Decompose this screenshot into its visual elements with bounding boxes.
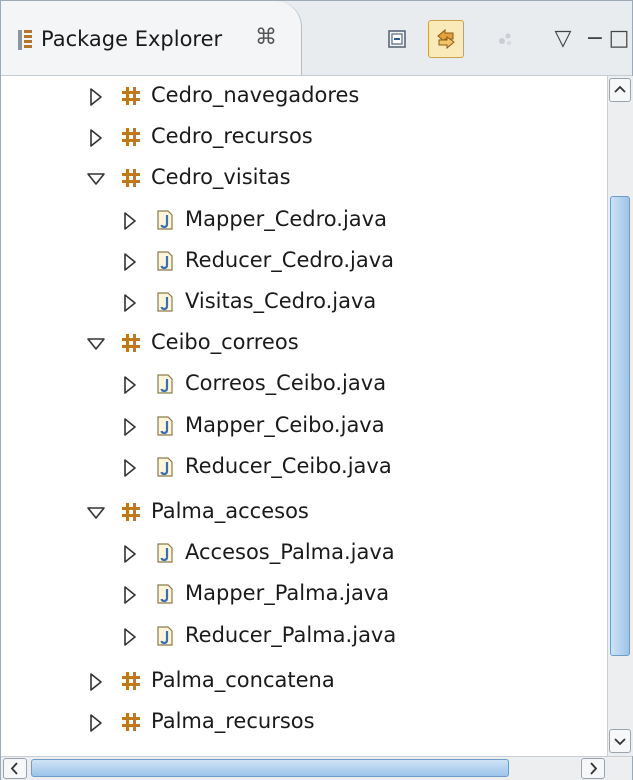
maximize-button[interactable]: □ <box>606 23 632 55</box>
filter-icon <box>494 28 516 50</box>
scroll-right-button[interactable] <box>581 758 605 779</box>
tree-item-label: Reducer_Ceibo.java <box>185 453 392 478</box>
expanded-twisty-icon[interactable] <box>85 502 107 524</box>
scroll-up-button[interactable] <box>609 78 631 102</box>
tree-item-file[interactable]: Mapper_Ceibo.java <box>1 406 607 446</box>
chevron-left-icon <box>10 762 18 775</box>
vertical-scrollbar[interactable] <box>607 76 633 756</box>
package-explorer-tab[interactable]: Package Explorer ⌘ <box>1 1 302 75</box>
maximize-icon: □ <box>608 26 630 51</box>
java-file-icon <box>154 291 176 313</box>
link-with-editor-icon <box>434 27 458 51</box>
horizontal-scrollbar[interactable] <box>1 756 632 780</box>
chevron-up-icon <box>614 85 626 93</box>
java-file-icon <box>154 583 176 605</box>
tree-item-label: Palma_recursos <box>151 709 315 733</box>
tree-item-package[interactable]: Cedro_navegadores <box>1 76 607 116</box>
collapsed-twisty-icon[interactable] <box>119 374 141 396</box>
tree-item-package[interactable]: Palma_concatena <box>1 661 607 701</box>
java-file-icon <box>154 542 176 564</box>
tree-item-package[interactable]: Palma_recursos <box>1 702 607 742</box>
collapsed-twisty-icon[interactable] <box>85 671 107 693</box>
tree-item-label: Mapper_Cedro.java <box>185 206 387 231</box>
view-menu-icon: ▽ <box>554 26 572 51</box>
tree-item-label: Palma_concatena <box>151 667 335 692</box>
java-file-icon <box>154 415 176 437</box>
package-icon <box>120 332 142 354</box>
tree-item-label: Mapper_Palma.java <box>185 581 390 606</box>
view-title: Package Explorer <box>41 27 223 51</box>
minimize-icon: − <box>585 26 605 51</box>
filter-button[interactable] <box>489 23 521 55</box>
java-file-icon <box>154 625 176 647</box>
vertical-scroll-thumb[interactable] <box>610 196 630 656</box>
collapsed-twisty-icon[interactable] <box>119 251 141 273</box>
tree-item-file[interactable]: Visitas_Cedro.java <box>1 282 607 322</box>
collapse-all-icon <box>386 28 408 50</box>
chevron-down-icon <box>614 738 626 746</box>
tree-item-file[interactable]: Reducer_Cedro.java <box>1 241 607 281</box>
collapsed-twisty-icon[interactable] <box>119 626 141 648</box>
package-icon <box>120 85 142 107</box>
tree-item-package[interactable]: Cedro_recursos <box>1 117 607 157</box>
tree-item-label: Palma_accesos <box>151 499 309 523</box>
tree-item-label: Accesos_Palma.java <box>185 540 395 565</box>
tree-item-label: Correos_Ceibo.java <box>185 371 387 396</box>
collapsed-twisty-icon[interactable] <box>119 543 141 565</box>
java-file-icon <box>154 373 176 395</box>
chevron-right-icon <box>590 762 598 775</box>
tree-item-file[interactable]: Reducer_Palma.java <box>1 616 607 656</box>
tree-item-label: Reducer_Cedro.java <box>185 247 395 272</box>
tree-item-label: Mapper_Ceibo.java <box>185 412 385 437</box>
package-icon <box>120 711 142 733</box>
link-with-editor-button[interactable] <box>428 20 464 58</box>
tree-item-label: Cedro_navegadores <box>151 83 360 107</box>
package-icon <box>120 501 142 523</box>
package-icon <box>120 167 142 189</box>
horizontal-scroll-thumb[interactable] <box>31 759 509 777</box>
collapsed-twisty-icon[interactable] <box>85 86 107 108</box>
tree-item-file[interactable]: Correos_Ceibo.java <box>1 364 607 404</box>
collapsed-twisty-icon[interactable] <box>85 712 107 734</box>
tree-item-label: Cedro_recursos <box>151 124 313 149</box>
scroll-down-button[interactable] <box>609 729 631 753</box>
collapsed-twisty-icon[interactable] <box>119 292 141 314</box>
tree-item-label: Visitas_Cedro.java <box>185 289 377 313</box>
tree-item-label: Cedro_visitas <box>151 165 291 190</box>
tree-item-file[interactable]: Mapper_Palma.java <box>1 574 607 614</box>
package-explorer-icon <box>15 29 35 51</box>
collapsed-twisty-icon[interactable] <box>119 210 141 232</box>
tree-item-file[interactable]: Reducer_Ceibo.java <box>1 447 607 487</box>
tree-item-package[interactable]: Cedro_visitas <box>1 158 607 198</box>
tree-item-label: Ceibo_correos <box>151 330 299 355</box>
expanded-twisty-icon[interactable] <box>85 333 107 355</box>
collapsed-twisty-icon[interactable] <box>119 457 141 479</box>
package-explorer-view: Package Explorer ⌘ ▽ − □ Cedro_navegador… <box>0 0 633 780</box>
package-icon <box>120 126 142 148</box>
collapsed-twisty-icon[interactable] <box>119 584 141 606</box>
tree-item-file[interactable]: Accesos_Palma.java <box>1 533 607 573</box>
collapse-all-button[interactable] <box>381 23 413 55</box>
tree-item-label: Reducer_Palma.java <box>185 622 397 647</box>
close-view-icon[interactable]: ⌘ <box>253 23 279 53</box>
java-file-icon <box>154 250 176 272</box>
java-file-icon <box>154 209 176 231</box>
collapsed-twisty-icon[interactable] <box>85 127 107 149</box>
package-tree: Cedro_navegadores Cedro_recursos Cedro_vis… <box>1 76 607 756</box>
tree-item-package[interactable]: Ceibo_correos <box>1 323 607 363</box>
expanded-twisty-icon[interactable] <box>85 168 107 190</box>
package-icon <box>120 670 142 692</box>
collapsed-twisty-icon[interactable] <box>119 416 141 438</box>
view-menu-button[interactable]: ▽ <box>547 23 579 55</box>
tree-item-file[interactable]: Mapper_Cedro.java <box>1 200 607 240</box>
scroll-left-button[interactable] <box>3 758 27 779</box>
view-header: Package Explorer ⌘ ▽ − □ <box>1 1 632 76</box>
tree-item-package[interactable]: Palma_accesos <box>1 492 607 532</box>
java-file-icon <box>154 456 176 478</box>
